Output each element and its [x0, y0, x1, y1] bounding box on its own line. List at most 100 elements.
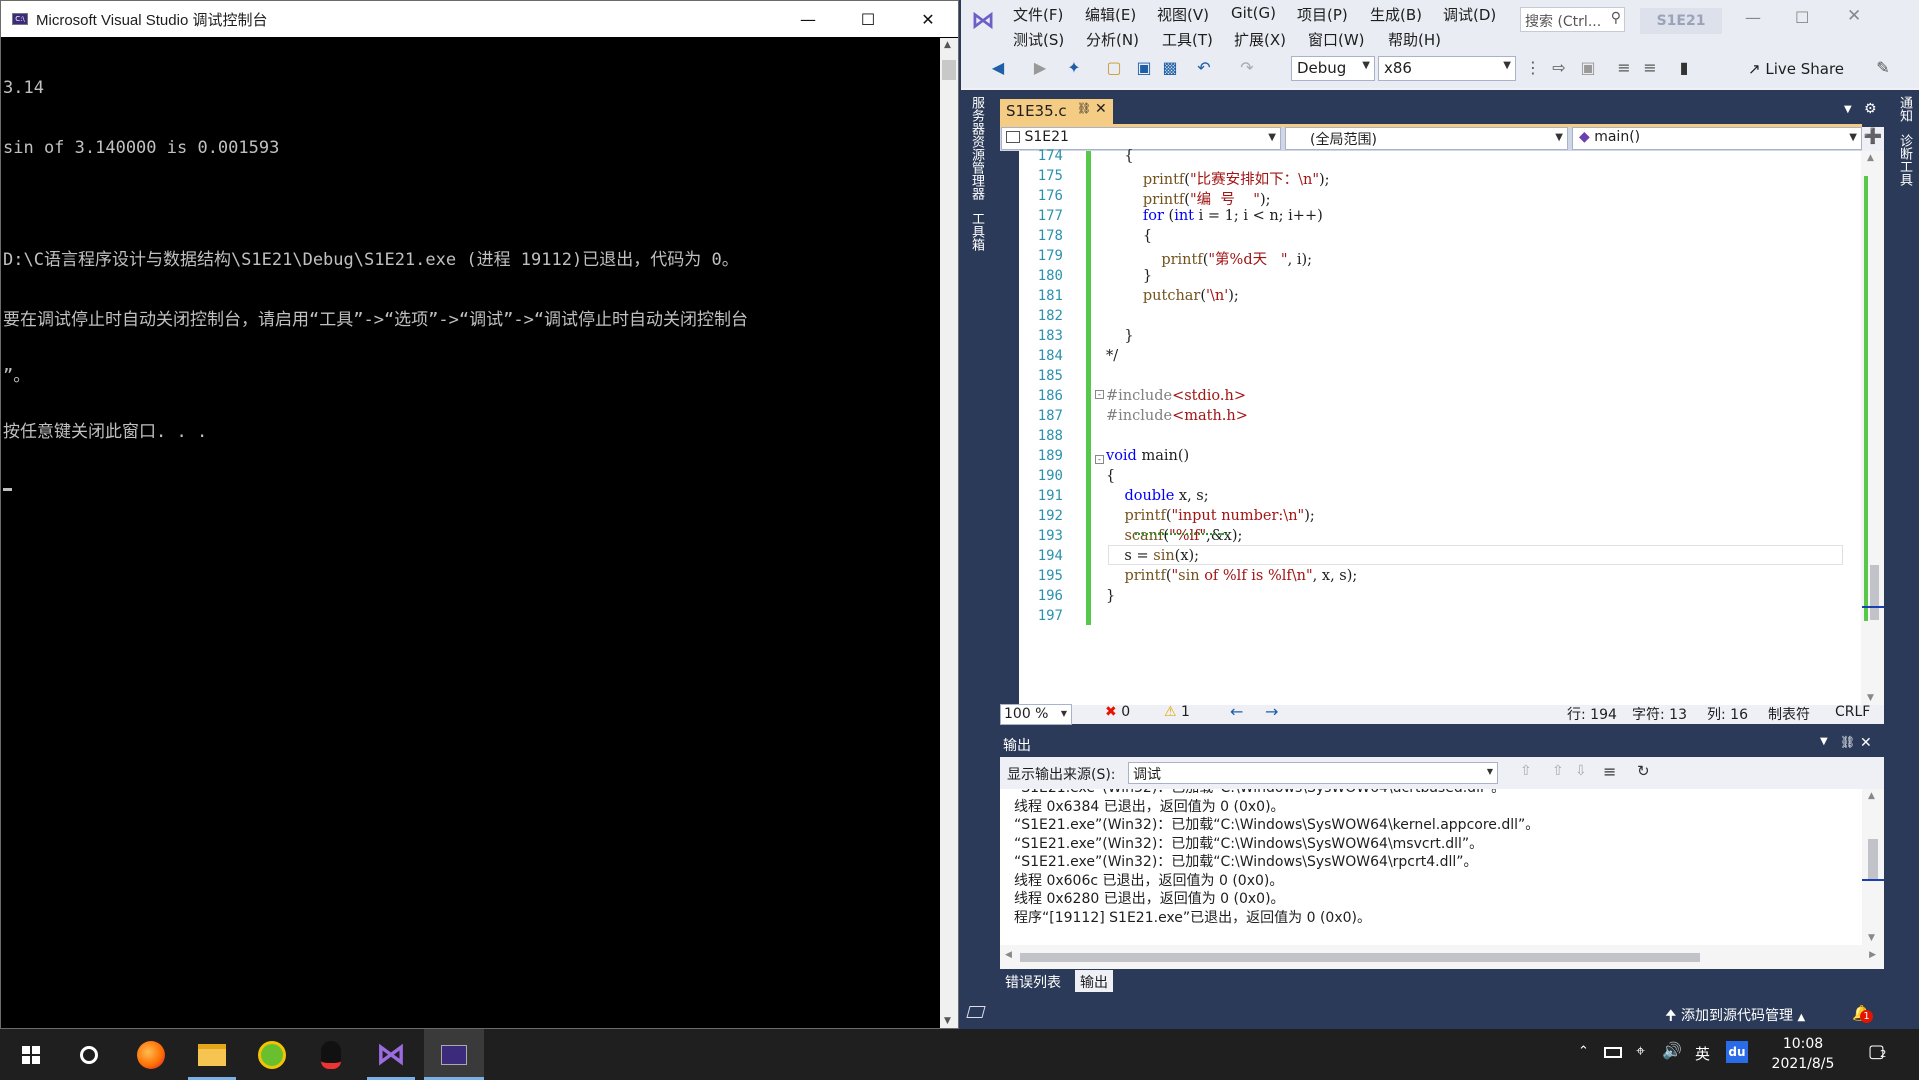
save-all-icon[interactable]: ▩: [1159, 56, 1181, 78]
menu-build[interactable]: 生成(B): [1370, 4, 1422, 25]
comment-icon[interactable]: ▣: [1577, 56, 1599, 78]
menu-analyze[interactable]: 分析(N): [1086, 29, 1139, 50]
settings-icon[interactable]: ⚙: [1864, 101, 1877, 117]
configuration-dropdown[interactable]: Debug ▼: [1291, 56, 1375, 81]
tabs-indicator[interactable]: 制表符: [1768, 704, 1810, 724]
undo-icon[interactable]: ↶: [1193, 56, 1215, 78]
browser-app[interactable]: [243, 1029, 301, 1080]
scroll-up-icon[interactable]: ▲: [1868, 791, 1875, 801]
scroll-thumb[interactable]: [1868, 839, 1878, 879]
prev-message-icon[interactable]: ⇧: [1552, 763, 1564, 779]
battery-icon[interactable]: [1604, 1047, 1622, 1058]
editor-vertical-scrollbar[interactable]: ▲ ▼: [1861, 151, 1884, 705]
code-editor[interactable]: - - 174 {175 printf("比赛安排如下：\n"); 176 pri…: [1019, 148, 1861, 705]
scroll-up-icon[interactable]: ▲: [1867, 153, 1874, 163]
bookmark-icon[interactable]: ▮: [1673, 56, 1695, 78]
word-wrap-icon[interactable]: ↻: [1637, 762, 1650, 780]
firefox-app[interactable]: [122, 1029, 180, 1080]
errors-indicator[interactable]: ✖ 0: [1105, 704, 1130, 720]
redo-icon[interactable]: ↷: [1236, 56, 1258, 78]
outdent-icon[interactable]: ≡: [1639, 56, 1661, 78]
fold-minus-icon[interactable]: -: [1095, 390, 1104, 399]
menu-help[interactable]: 帮助(H): [1388, 29, 1441, 50]
indent-icon[interactable]: ≡: [1613, 56, 1635, 78]
scroll-right-icon[interactable]: ▶: [1869, 950, 1876, 960]
forward-icon[interactable]: ▶: [1029, 56, 1051, 78]
menu-extensions[interactable]: 扩展(X): [1234, 29, 1286, 50]
scroll-down-icon[interactable]: ▼: [1867, 693, 1874, 703]
action-center-button[interactable]: ▢ 2: [1868, 1041, 1886, 1062]
col-indicator[interactable]: 列: 16: [1707, 704, 1748, 724]
qq-app[interactable]: [302, 1029, 360, 1080]
next-issue-icon[interactable]: →: [1265, 702, 1278, 721]
char-indicator[interactable]: 字符: 13: [1632, 704, 1687, 724]
source-control-button[interactable]: 🠉 添加到源代码管理 ▲: [1665, 1005, 1805, 1029]
tab-overflow-icon[interactable]: ▼: [1844, 104, 1852, 115]
breakpoint-icon[interactable]: ⋮: [1522, 56, 1544, 78]
toolbox-tab[interactable]: 工具箱: [967, 212, 986, 251]
warnings-indicator[interactable]: ⚠ 1: [1164, 704, 1190, 720]
tab-error-list[interactable]: 错误列表: [1001, 970, 1065, 992]
platform-dropdown[interactable]: x86 ▼: [1378, 56, 1516, 81]
maximize-button[interactable]: ☐: [838, 1, 898, 37]
step-icon[interactable]: ⇨: [1548, 56, 1570, 78]
output-vertical-scrollbar[interactable]: ▲ ▼: [1862, 789, 1884, 945]
console-title-bar[interactable]: C:\ Microsoft Visual Studio 调试控制台 — ☐ ✕: [1, 1, 958, 37]
menu-edit[interactable]: 编辑(E): [1085, 4, 1136, 25]
clear-all-icon[interactable]: ≡: [1603, 762, 1616, 781]
close-button[interactable]: ✕: [898, 1, 958, 37]
scroll-up-icon[interactable]: ▲: [944, 40, 951, 50]
output-horizontal-scrollbar[interactable]: ◀ ▶: [1000, 945, 1884, 969]
diagnostic-tools-tab[interactable]: 诊断工具: [1895, 134, 1914, 186]
find-message-icon[interactable]: ⇧: [1520, 763, 1532, 779]
ime-indicator[interactable]: 英: [1695, 1043, 1710, 1064]
wifi-icon[interactable]: ⌖: [1636, 1041, 1645, 1061]
next-message-icon[interactable]: ⇩: [1575, 763, 1587, 779]
feedback-icon[interactable]: ✎: [1872, 56, 1894, 78]
open-icon[interactable]: ▢: [1103, 56, 1125, 78]
scroll-thumb[interactable]: [1020, 953, 1700, 962]
scroll-thumb[interactable]: [1870, 565, 1879, 620]
vs-close-button[interactable]: ✕: [1847, 6, 1861, 26]
menu-tools[interactable]: 工具(T): [1162, 29, 1213, 50]
line-indicator[interactable]: 行: 194: [1567, 704, 1617, 724]
close-panel-icon[interactable]: ✕: [1860, 735, 1872, 751]
panel-menu-icon[interactable]: ▼: [1820, 736, 1828, 747]
scroll-left-icon[interactable]: ◀: [1005, 950, 1012, 960]
baidu-ime-icon[interactable]: du: [1726, 1041, 1748, 1063]
tab-s1e35[interactable]: S1E35.c ⛓ ✕: [1000, 99, 1113, 124]
close-tab-icon[interactable]: ✕: [1095, 101, 1107, 117]
prev-issue-icon[interactable]: ←: [1230, 702, 1243, 721]
live-share-button[interactable]: ↗ Live Share: [1748, 60, 1844, 78]
tab-output[interactable]: 输出: [1075, 970, 1113, 992]
vs-minimize-button[interactable]: —: [1745, 8, 1761, 27]
notifications-tab[interactable]: 通知: [1895, 96, 1914, 122]
scroll-down-icon[interactable]: ▼: [944, 1016, 951, 1026]
vs-maximize-button[interactable]: ☐: [1795, 8, 1809, 27]
pin-icon[interactable]: ⛓: [1840, 735, 1855, 749]
menu-debug[interactable]: 调试(D): [1443, 4, 1496, 25]
zoom-dropdown[interactable]: 100 % ▼: [1000, 704, 1072, 725]
member-dropdown[interactable]: ◆ main() ▼: [1572, 127, 1862, 150]
menu-view[interactable]: 视图(V): [1157, 4, 1209, 25]
console-scrollbar[interactable]: ▲ ▼: [940, 38, 958, 1028]
tray-chevron-icon[interactable]: ⌃: [1578, 1044, 1589, 1059]
eol-indicator[interactable]: CRLF: [1835, 704, 1870, 720]
clock[interactable]: 10:08 2021/8/5: [1763, 1034, 1843, 1074]
debug-console-window[interactable]: C:\ Microsoft Visual Studio 调试控制台 — ☐ ✕ …: [0, 0, 959, 1029]
start-button[interactable]: [2, 1029, 60, 1080]
save-icon[interactable]: ▣: [1133, 56, 1155, 78]
notification-bell[interactable]: 🔔1: [1852, 1004, 1873, 1023]
menu-file[interactable]: 文件(F): [1013, 4, 1063, 25]
visual-studio-app[interactable]: ⋈: [362, 1029, 420, 1080]
menu-project[interactable]: 项目(P): [1297, 4, 1348, 25]
output-text[interactable]: “S1E21.exe”(Win32)：已加载“C:\Windows\SysWOW…: [1000, 789, 1862, 954]
scroll-down-icon[interactable]: ▼: [1868, 933, 1875, 943]
cortana-button[interactable]: [60, 1029, 118, 1080]
file-explorer-app[interactable]: [183, 1029, 241, 1080]
back-icon[interactable]: ◀: [987, 56, 1009, 78]
server-explorer-tab[interactable]: 服务器资源管理器: [967, 96, 986, 200]
output-source-dropdown[interactable]: 调试 ▼: [1128, 762, 1498, 784]
new-project-icon[interactable]: ✦: [1063, 56, 1085, 78]
minimize-button[interactable]: —: [778, 1, 838, 37]
